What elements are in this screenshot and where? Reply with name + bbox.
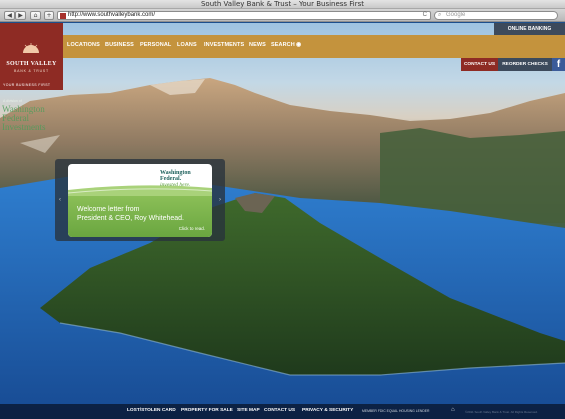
browser-toolbar: ◀ ▶ ⌂ + http://www.southvalleybank.com/ …: [0, 9, 565, 22]
search-placeholder: Google: [446, 12, 466, 18]
footer-contact-us[interactable]: CONTACT US: [264, 408, 295, 413]
logo-subname: BANK & TRUST: [13, 69, 49, 73]
reorder-checks-button[interactable]: REORDER CHECKS: [498, 58, 552, 71]
nav-news[interactable]: NEWS: [249, 42, 266, 48]
window-title: South Valley Bank & Trust – Your Busines…: [200, 0, 365, 8]
nav-business[interactable]: BUSINESS: [105, 42, 134, 48]
footer-property-for-sale[interactable]: PROPERTY FOR SALE: [181, 408, 233, 413]
promo-headline-1: Welcome letter from: [77, 206, 140, 213]
footer-site-map[interactable]: SITE MAP: [237, 408, 260, 413]
address-text: http://www.southvalleybank.com/: [68, 12, 156, 18]
contact-us-button[interactable]: CONTACT US: [461, 58, 498, 71]
equal-housing-icon: ⌂: [451, 407, 455, 413]
nav-locations[interactable]: LOCATIONS: [67, 42, 100, 48]
promo-brand-tagline: invested here.: [160, 182, 191, 188]
promo-headline-2: President & CEO, Roy Whitehead.: [77, 215, 184, 222]
address-bar[interactable]: http://www.southvalleybank.com/ C: [57, 11, 431, 20]
promo-card[interactable]: Washington Federal. invested here. Welco…: [68, 164, 212, 237]
browser-search-field[interactable]: ⌕ Google: [434, 11, 558, 20]
sunrise-logo-icon: [23, 43, 39, 53]
nav-personal[interactable]: PERSONAL: [140, 42, 171, 48]
facebook-icon[interactable]: f: [552, 58, 565, 71]
sidebar-division-text: A division of: [3, 99, 22, 103]
carousel-next-arrow[interactable]: ›: [217, 196, 223, 204]
home-button[interactable]: ⌂: [30, 11, 41, 20]
footer-member-fdic: MEMBER FDIC EQUAL HOUSING LENDER: [362, 409, 430, 413]
promo-carousel: ‹ › Washington Federal. invested here. W…: [55, 159, 225, 241]
web-page: LOCATIONS BUSINESS PERSONAL LOANS INVEST…: [0, 23, 565, 419]
logo-tagline: YOUR BUSINESS FIRST: [3, 83, 51, 87]
sidebar-line-3: Investments: [2, 122, 46, 132]
nav-loans[interactable]: LOANS: [177, 42, 197, 48]
logo-name: SOUTH VALLEY: [6, 61, 57, 67]
page-footer: LOST/STOLEN CARD PROPERTY FOR SALE SITE …: [0, 404, 565, 419]
nav-search[interactable]: SEARCH: [271, 42, 295, 48]
forward-button[interactable]: ▶: [15, 11, 26, 20]
promo-click-link[interactable]: Click to read.: [179, 226, 205, 231]
back-button[interactable]: ◀: [4, 11, 15, 20]
add-bookmark-button[interactable]: +: [44, 11, 54, 20]
reload-icon[interactable]: C: [423, 12, 427, 19]
footer-copyright: ©2011 South Valley Bank & Trust. All Rig…: [465, 410, 538, 414]
nav-investments[interactable]: INVESTMENTS: [204, 42, 244, 48]
footer-lost-stolen-card[interactable]: LOST/STOLEN CARD: [127, 408, 176, 413]
promo-swoosh-graphic: [68, 185, 212, 196]
window-titlebar: South Valley Bank & Trust – Your Busines…: [0, 0, 565, 9]
search-icon: ⌕: [438, 12, 442, 18]
footer-privacy-security[interactable]: PRIVACY & SECURITY: [302, 408, 353, 413]
bank-logo[interactable]: SOUTH VALLEY BANK & TRUST YOUR BUSINESS …: [0, 23, 63, 90]
search-icon[interactable]: ◉: [296, 41, 301, 48]
main-nav-bar: LOCATIONS BUSINESS PERSONAL LOANS INVEST…: [63, 35, 565, 58]
site-favicon-icon: [60, 13, 66, 19]
online-banking-button[interactable]: ONLINE BANKING: [494, 23, 565, 35]
carousel-prev-arrow[interactable]: ‹: [57, 196, 63, 204]
